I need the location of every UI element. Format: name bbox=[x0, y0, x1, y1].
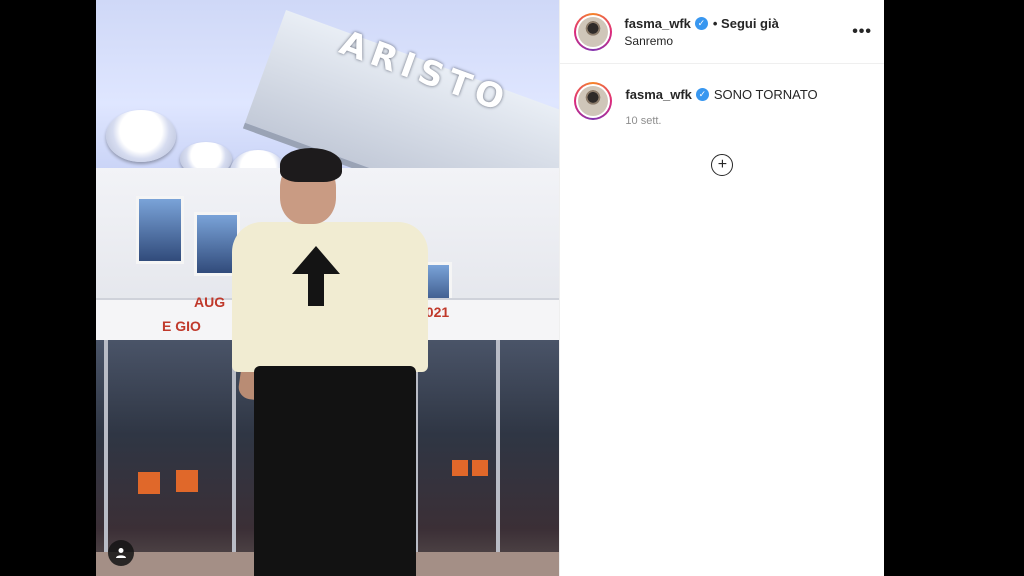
post-header-meta: fasma_wfk ✓ • Segui già Sanremo bbox=[624, 16, 852, 48]
verified-badge-icon: ✓ bbox=[694, 16, 708, 30]
lobby-chair bbox=[176, 470, 198, 492]
arrow-print bbox=[292, 246, 340, 274]
movie-poster bbox=[136, 196, 184, 264]
ceiling-lamp bbox=[106, 110, 176, 162]
verified-badge-icon: ✓ bbox=[695, 88, 709, 101]
following-button[interactable]: • Segui già bbox=[713, 16, 779, 31]
caption-body: fasma_wfk ✓ SONO TORNATO 10 sett. bbox=[625, 82, 817, 127]
avatar-image bbox=[578, 16, 609, 47]
banner-text-left: AUG bbox=[194, 294, 226, 310]
plus-circle-icon[interactable]: + bbox=[711, 154, 734, 176]
post-timestamp[interactable]: 10 sett. bbox=[625, 115, 817, 127]
avatar-image bbox=[578, 86, 609, 116]
instagram-post: ARISTO AUG E GIO 2021 fasma_wfk ✓ • Segu… bbox=[96, 0, 884, 576]
person-icon bbox=[116, 548, 126, 558]
location-link[interactable]: Sanremo bbox=[624, 34, 852, 48]
lobby-chair bbox=[452, 460, 468, 476]
post-photo[interactable]: ARISTO AUG E GIO 2021 bbox=[96, 0, 560, 576]
user-tag-icon[interactable] bbox=[108, 540, 134, 566]
white-tshirt bbox=[232, 222, 428, 372]
post-side-panel: fasma_wfk ✓ • Segui già Sanremo ••• fasm… bbox=[559, 0, 884, 576]
caption-text: SONO TORNATO bbox=[713, 87, 818, 102]
lobby-chair bbox=[472, 460, 488, 476]
caption-comment: fasma_wfk ✓ SONO TORNATO 10 sett. bbox=[560, 64, 884, 127]
caption-username-link[interactable]: fasma_wfk bbox=[625, 87, 691, 102]
lobby-chair bbox=[138, 472, 160, 494]
door-frame bbox=[232, 340, 236, 560]
black-pants bbox=[254, 366, 416, 576]
door-frame bbox=[104, 340, 108, 560]
arrow-print-stem bbox=[308, 272, 324, 306]
username-link[interactable]: fasma_wfk bbox=[624, 16, 690, 31]
person-hair bbox=[280, 148, 342, 182]
more-horizontal-icon[interactable]: ••• bbox=[852, 23, 872, 41]
caption-avatar[interactable] bbox=[574, 82, 613, 120]
banner-text-mid: E GIO bbox=[162, 318, 201, 334]
post-header: fasma_wfk ✓ • Segui già Sanremo ••• bbox=[560, 0, 884, 64]
door-frame bbox=[496, 340, 500, 560]
avatar[interactable] bbox=[574, 12, 613, 51]
